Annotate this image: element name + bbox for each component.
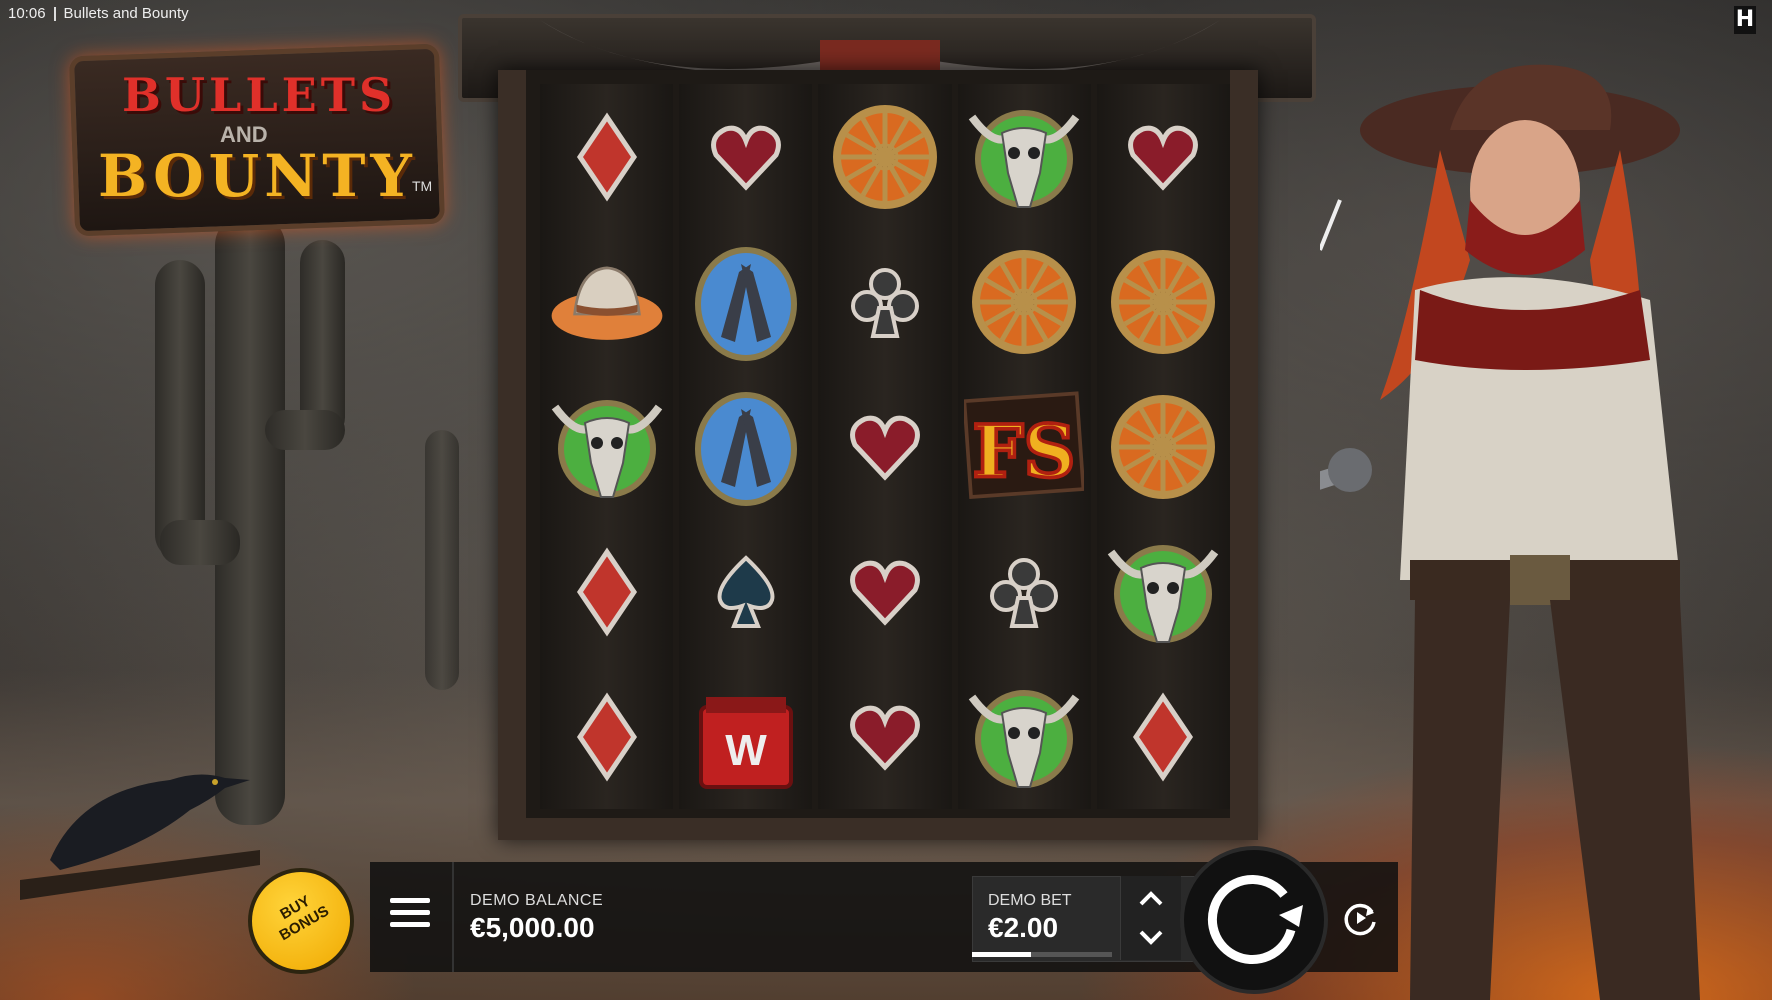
diamond-icon xyxy=(1103,677,1223,797)
balance-label: DEMO BALANCE xyxy=(470,892,604,909)
bet-level-fill xyxy=(972,952,1031,957)
reel-cell xyxy=(540,519,673,664)
reel-cell xyxy=(679,229,812,374)
reel-cell xyxy=(540,229,673,374)
logo-trademark: TM xyxy=(412,178,433,194)
menu-icon-line xyxy=(390,910,430,915)
heart-icon xyxy=(686,97,806,217)
menu-button[interactable] xyxy=(390,898,430,932)
club-icon xyxy=(825,242,945,362)
cactus-small xyxy=(425,430,459,690)
status-separator xyxy=(53,7,56,21)
bet-adjust-button[interactable] xyxy=(1120,876,1181,960)
chevron-up-down-icon xyxy=(1139,891,1163,945)
wagon-wheel-icon xyxy=(964,242,1084,362)
reel-cell xyxy=(540,84,673,229)
reel-1 xyxy=(540,84,674,809)
diamond-icon xyxy=(547,97,667,217)
reel-cell xyxy=(540,374,673,519)
bull-skull-icon xyxy=(547,387,667,507)
reel-cell xyxy=(818,374,951,519)
heart-icon xyxy=(825,387,945,507)
menu-icon-line xyxy=(390,898,430,903)
svg-text:W: W xyxy=(725,726,767,775)
spin-button[interactable] xyxy=(1180,846,1328,994)
bet-value: €2.00 xyxy=(988,912,1059,943)
spin-icon xyxy=(1207,875,1303,965)
logo-line1: BULLETS xyxy=(122,68,397,122)
reel-cell xyxy=(958,519,1091,664)
cactus-arm-right-joint xyxy=(265,410,345,450)
wagon-wheel-icon xyxy=(1103,242,1223,362)
reel-cell xyxy=(679,84,812,229)
reel-cell xyxy=(958,229,1091,374)
logo-line3: BOUNTY xyxy=(98,142,417,210)
club-icon xyxy=(964,532,1084,652)
reel-cell xyxy=(540,664,673,809)
reel-4: FS xyxy=(957,84,1091,809)
reel-cell xyxy=(958,84,1091,229)
bet-label: DEMO BET xyxy=(988,892,1072,909)
reel-cell xyxy=(1097,84,1230,229)
reel-3 xyxy=(818,84,952,809)
tnt-bomb-icon: W xyxy=(686,677,806,797)
clock: 10:06 xyxy=(8,5,46,22)
reel-cell xyxy=(818,664,951,809)
heart-icon xyxy=(825,677,945,797)
diamond-icon xyxy=(547,677,667,797)
bull-skull-icon xyxy=(964,97,1084,217)
spade-icon xyxy=(686,532,806,652)
reel-cell xyxy=(679,519,812,664)
reel-cell xyxy=(1097,664,1230,809)
buy-bonus-label: BUY BONUS xyxy=(276,892,332,945)
reel-cell xyxy=(1097,229,1230,374)
heart-icon xyxy=(1103,97,1223,217)
hacksaw-logo-icon: H xyxy=(1734,6,1756,34)
crossed-pistols-icon xyxy=(686,242,806,362)
reel-cell xyxy=(818,84,951,229)
balance-value: €5,000.00 xyxy=(470,912,595,943)
cactus-arm-left xyxy=(155,260,205,560)
reel-cell xyxy=(958,664,1091,809)
cactus-arm-left-joint xyxy=(160,520,240,565)
diamond-icon xyxy=(547,532,667,652)
reel-cell xyxy=(1097,374,1230,519)
svg-text:FS: FS xyxy=(973,408,1076,493)
menu-icon-line xyxy=(390,922,430,927)
cowboy-hat-icon xyxy=(547,242,667,362)
reel-cell xyxy=(818,229,951,374)
buy-bonus-button[interactable]: BUY BONUS xyxy=(248,868,354,974)
reel-cell xyxy=(679,374,812,519)
reel-cell: FS xyxy=(958,374,1091,519)
heart-icon xyxy=(825,532,945,652)
app-title: Bullets and Bounty xyxy=(63,5,189,22)
reel-cell xyxy=(818,519,951,664)
reel-grid: W FS xyxy=(540,84,1231,809)
status-bar: 10:06 Bullets and Bounty xyxy=(8,5,189,22)
wagon-wheel-icon xyxy=(1103,387,1223,507)
crow-icon xyxy=(20,774,260,900)
reel-5 xyxy=(1096,84,1231,809)
control-bar-divider xyxy=(452,862,454,972)
crossed-pistols-icon xyxy=(686,387,806,507)
game-logo: BULLETS AND BOUNTY TM xyxy=(62,43,446,240)
reel-2: W xyxy=(679,84,813,809)
fs-scatter-icon: FS xyxy=(964,387,1085,507)
wagon-wheel-icon xyxy=(825,97,945,217)
reel-cell xyxy=(1097,519,1230,664)
bull-skull-icon xyxy=(1103,532,1223,652)
autoplay-button[interactable] xyxy=(1330,888,1390,948)
cowgirl-character xyxy=(1320,64,1700,1000)
bull-skull-icon xyxy=(964,677,1084,797)
bet-level-bar xyxy=(972,952,1112,957)
reel-cell: W xyxy=(679,664,812,809)
autoplay-icon xyxy=(1344,903,1376,936)
